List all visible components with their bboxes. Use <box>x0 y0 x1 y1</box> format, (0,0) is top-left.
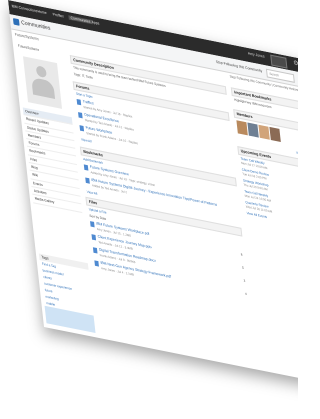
header-title: Communities <box>20 19 51 33</box>
upcoming-events-widget: Upcoming Events Team Call Weekly Mon Jul… <box>237 146 298 231</box>
file-count: 4 <box>244 291 247 297</box>
page-scene: IBM Connections Home Profiles Communitie… <box>0 0 298 419</box>
avatar-body-icon <box>31 77 56 99</box>
bookmark-icon <box>85 177 90 184</box>
nav-home[interactable]: Home <box>37 9 47 15</box>
file-icon <box>91 234 97 241</box>
bookmark-icon <box>83 164 89 171</box>
forum-topic-icon <box>78 112 83 119</box>
nav-brand[interactable]: IBM Connections <box>11 4 37 14</box>
sidebar-menu: Overview Recent Updates Status Updates M… <box>22 107 83 213</box>
avatar-head-icon <box>35 65 47 79</box>
file-icon <box>94 260 99 267</box>
member-avatar[interactable] <box>247 122 259 138</box>
communities-logo-icon <box>12 18 20 26</box>
nav-apps[interactable]: Apps <box>91 20 99 26</box>
file-count: 5 <box>241 265 245 271</box>
member-avatar[interactable] <box>236 120 248 136</box>
community-image <box>23 56 63 109</box>
search-input[interactable]: Search <box>265 68 295 83</box>
community-page-screenshot: IBM Connections Home Profiles Communitie… <box>8 0 298 387</box>
search-placeholder: Search <box>269 70 280 78</box>
forum-topic-icon <box>79 125 85 132</box>
file-icon <box>92 247 98 254</box>
gear-icon[interactable]: ⚙ <box>293 59 298 69</box>
member-avatar[interactable] <box>258 124 270 140</box>
file-count: 8 <box>240 252 243 257</box>
file-count: 3 <box>243 278 246 284</box>
file-icon <box>90 221 95 228</box>
nav-communities[interactable]: Communities <box>68 15 93 25</box>
forum-topic-icon <box>76 99 82 106</box>
user-name[interactable]: Amy Jones <box>248 51 265 59</box>
member-avatar[interactable] <box>269 126 281 142</box>
main-column: Community Description This community is … <box>69 51 257 370</box>
community-name: FutureSystems <box>17 43 40 53</box>
nav-profiles[interactable]: Profiles <box>52 12 64 19</box>
